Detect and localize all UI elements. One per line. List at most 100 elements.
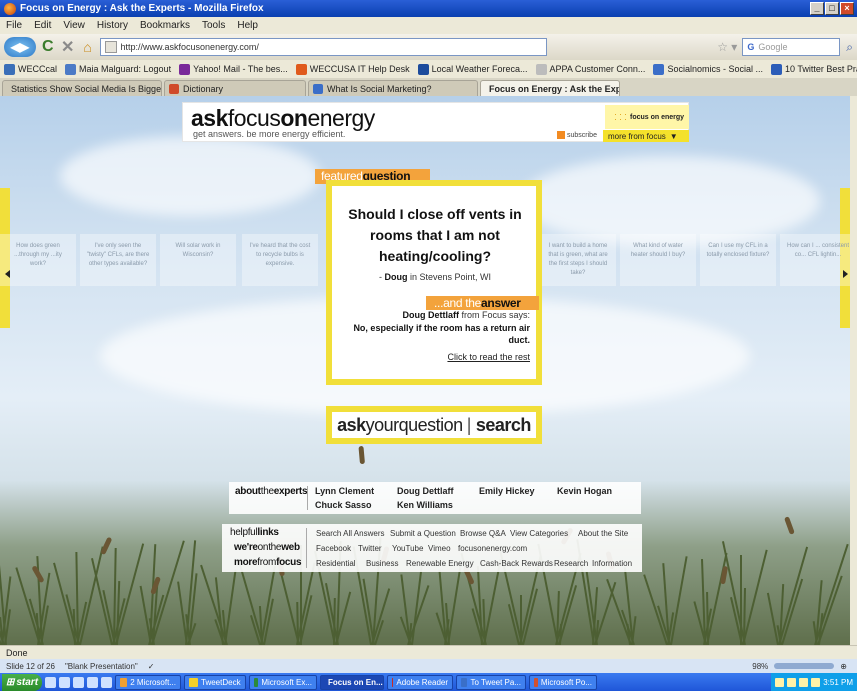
focus-program-link[interactable]: Research	[554, 559, 588, 568]
bookmark-item[interactable]: Socialnomics - Social ...	[653, 63, 763, 75]
minimize-button[interactable]: _	[810, 2, 824, 15]
helpful-link[interactable]: Submit a Question	[390, 529, 456, 538]
helpful-link[interactable]: About the Site	[578, 529, 628, 538]
expert-link[interactable]: Lynn Clement	[315, 486, 374, 496]
carousel-question-card[interactable]: I've only seen the "twisty" CFLs, are th…	[80, 234, 156, 286]
maximize-button[interactable]: □	[825, 2, 839, 15]
focus-program-link[interactable]: Business	[366, 559, 398, 568]
menu-edit[interactable]: Edit	[34, 20, 51, 31]
featured-question-card[interactable]: Should I close off vents in rooms that I…	[326, 180, 542, 385]
expert-link[interactable]: Ken Williams	[397, 500, 453, 510]
tray-icon[interactable]	[775, 677, 785, 687]
featured-question-text[interactable]: Should I close off vents in rooms that I…	[342, 204, 528, 267]
more-from-focus-label: morefromfocus	[234, 557, 302, 568]
browser-status-bar: Done	[0, 645, 857, 659]
tray-icon[interactable]	[799, 677, 809, 687]
vertical-scrollbar[interactable]	[850, 96, 857, 645]
focus-program-link[interactable]: Residential	[316, 559, 356, 568]
close-button[interactable]: ×	[840, 2, 854, 15]
reload-icon[interactable]: C	[40, 37, 56, 57]
taskbar-button[interactable]: Microsoft Ex...	[249, 674, 317, 690]
taskbar-button[interactable]: TweetDeck	[184, 674, 246, 690]
focus-program-link[interactable]: Cash-Back Rewards	[480, 559, 553, 568]
taskbar-button[interactable]: Adobe Reader	[387, 674, 453, 690]
stop-icon[interactable]: ✕	[60, 37, 76, 57]
focus-program-link[interactable]: Information	[592, 559, 632, 568]
on-the-web-label: we'reontheweb	[234, 542, 300, 553]
menu-history[interactable]: History	[97, 20, 128, 31]
carousel-question-card[interactable]: Can I use my CFL in a totally enclosed f…	[700, 234, 776, 286]
helpful-link[interactable]: Browse Q&A	[460, 529, 506, 538]
menu-view[interactable]: View	[63, 20, 85, 31]
helpful-link[interactable]: View Categories	[510, 529, 568, 538]
quick-launch-icon[interactable]	[101, 676, 112, 688]
social-link[interactable]: Vimeo	[428, 544, 451, 553]
bookmark-item[interactable]: WECCUSA IT Help Desk	[295, 63, 410, 75]
social-link[interactable]: Twitter	[358, 544, 382, 553]
fit-window-icon[interactable]: ⊕	[840, 662, 847, 671]
helpful-link[interactable]: Search All Answers	[316, 529, 384, 538]
tray-icon[interactable]	[811, 677, 821, 687]
carousel-question-card[interactable]: I've heard that the cost to recycle bulb…	[242, 234, 318, 286]
browser-tab[interactable]: Statistics Show Social Media Is Bigger T…	[2, 80, 162, 96]
browser-tab[interactable]: Focus on Energy : Ask the Experts×	[480, 80, 620, 96]
taskbar-button[interactable]: 2 Microsoft...	[115, 674, 181, 690]
browser-tab[interactable]: Dictionary	[164, 80, 306, 96]
carousel-question-card[interactable]: What kind of water heater should I buy?	[620, 234, 696, 286]
carousel-question-card[interactable]: I want to build a home that is green, wh…	[540, 234, 616, 286]
subscribe-link[interactable]: subscribe	[557, 131, 597, 139]
search-link[interactable]: search	[476, 415, 532, 436]
bookmark-item[interactable]: Local Weather Foreca...	[417, 63, 528, 75]
focus-on-energy-logo[interactable]: focus on energy	[605, 105, 689, 129]
menu-file[interactable]: File	[6, 20, 22, 31]
search-input[interactable]: G Google	[742, 38, 841, 56]
ask-question-search-bar[interactable]: ask yourquestion | search	[326, 406, 542, 444]
expert-link[interactable]: Kevin Hogan	[557, 486, 612, 496]
bookmark-item[interactable]: Maia Malguard: Logout	[65, 63, 171, 75]
carousel-question-card[interactable]: Will solar work in Wisconsin?	[160, 234, 236, 286]
quick-launch-icon[interactable]	[59, 676, 70, 688]
expert-link[interactable]: Chuck Sasso	[315, 500, 372, 510]
social-link[interactable]: focusonenergy.com	[458, 544, 527, 553]
carousel-prev-icon[interactable]	[5, 270, 10, 278]
search-go-icon[interactable]: ⌕	[846, 40, 853, 55]
bookmark-item[interactable]: 10 Twitter Best Practi...	[770, 63, 857, 75]
expert-link[interactable]: Doug Dettlaff	[397, 486, 454, 496]
bookmark-favicon-icon	[65, 63, 77, 75]
start-button[interactable]: ⊞ start	[2, 673, 42, 691]
social-link[interactable]: Facebook	[316, 544, 351, 553]
carousel-question-card[interactable]: How can I ... consistent co... CFL light…	[780, 234, 850, 286]
quick-launch-icon[interactable]	[45, 676, 56, 688]
focus-program-link[interactable]: Renewable Energy	[406, 559, 474, 568]
menu-help[interactable]: Help	[237, 20, 258, 31]
zoom-control[interactable]: 98% ⊕	[752, 662, 847, 671]
menu-tools[interactable]: Tools	[202, 20, 225, 31]
seed-head	[783, 516, 795, 535]
bookmark-favicon-icon	[417, 63, 429, 75]
quick-launch-icon[interactable]	[73, 676, 84, 688]
taskbar-button[interactable]: Microsoft Po...	[529, 674, 597, 690]
carousel-question-card[interactable]: How does green ...through my ...ity work…	[0, 234, 76, 286]
bookmark-item[interactable]: APPA Customer Conn...	[535, 63, 645, 75]
tray-icon[interactable]	[787, 677, 797, 687]
read-the-rest-link[interactable]: Click to read the rest	[340, 352, 530, 362]
taskbar-button[interactable]: To Tweet Pa...	[456, 674, 526, 690]
expert-link[interactable]: Emily Hickey	[479, 486, 535, 496]
back-forward-button[interactable]: ◀▶	[4, 37, 36, 57]
menu-bookmarks[interactable]: Bookmarks	[140, 20, 190, 31]
site-logo[interactable]: askfocusonenergy	[191, 105, 375, 132]
more-from-focus-dropdown[interactable]: more from focus ▼	[603, 130, 689, 142]
ask-your-question-link[interactable]: yourquestion	[366, 415, 464, 436]
address-bar[interactable]: http://www.askfocusonenergy.com/	[99, 38, 548, 56]
bookmark-item[interactable]: Yahoo! Mail - The bes...	[179, 63, 288, 75]
social-link[interactable]: YouTube	[392, 544, 423, 553]
zoom-slider[interactable]	[774, 663, 835, 669]
browser-tab[interactable]: What Is Social Marketing?	[308, 80, 478, 96]
carousel-next-icon[interactable]	[843, 270, 848, 278]
task-label: To Tweet Pa...	[470, 677, 521, 687]
taskbar-button[interactable]: Focus on En...	[320, 674, 384, 690]
bookmark-star-icon[interactable]: ☆ ▾	[717, 40, 738, 54]
home-icon[interactable]: ⌂	[80, 37, 96, 57]
bookmark-item[interactable]: WECCcal	[4, 63, 57, 75]
quick-launch-icon[interactable]	[87, 676, 98, 688]
